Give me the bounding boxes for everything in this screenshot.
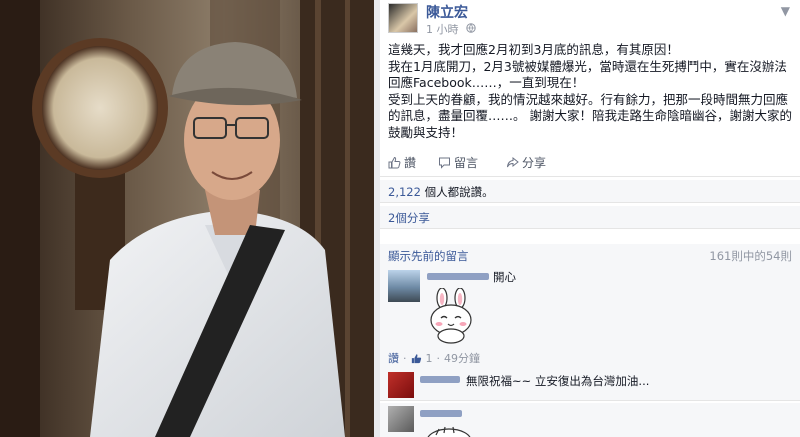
share-icon: [507, 156, 519, 168]
post-paragraph: 我在1月底開刀，2月3號被媒體爆光，當時還在生死搏鬥中，實在沒辦法回應Faceb…: [388, 58, 787, 91]
commenter-avatar[interactable]: [388, 270, 420, 302]
post-paragraph: 這幾天，我才回應2月初到3月底的訊息，有其原因！: [388, 42, 679, 57]
author-avatar[interactable]: [388, 3, 418, 33]
man-with-hat-photo: [0, 0, 374, 437]
comment-button[interactable]: 留言: [438, 154, 478, 171]
comment-like-count[interactable]: 1: [426, 352, 433, 365]
commenter-avatar[interactable]: [388, 406, 414, 432]
facebook-post-panel: 陳立宏 1 小時 ▼ 這幾天，我才回應2月初到3月底的訊息，有其原因！ 我在1月…: [380, 0, 800, 437]
commenter-name[interactable]: [420, 373, 460, 388]
comment-time[interactable]: 49分鐘: [444, 350, 480, 366]
post-options-chevron-icon[interactable]: ▼: [781, 4, 790, 18]
thumbs-up-icon: [411, 353, 421, 363]
sticker-icon: [424, 425, 474, 437]
post-photo[interactable]: [0, 0, 374, 437]
shares-summary[interactable]: 2個分享: [380, 206, 800, 229]
commenter-name[interactable]: [427, 270, 489, 285]
comments-counter: 161則中的54則: [709, 249, 792, 263]
post-body: 這幾天，我才回應2月初到3月底的訊息，有其原因！ 我在1月底開刀，2月3號被媒體…: [388, 42, 793, 141]
show-previous-comments-link[interactable]: 顯示先前的留言: [388, 248, 469, 264]
likes-suffix: 個人都說讚。: [424, 185, 494, 199]
comment-label: 留言: [454, 156, 479, 170]
commenter-name[interactable]: [420, 407, 462, 422]
post-time[interactable]: 1 小時: [426, 23, 459, 36]
post-meta: 1 小時: [426, 21, 480, 37]
comment-item: 無限祝福~~ 立安復出為台灣加油...: [380, 370, 800, 401]
share-button[interactable]: 分享: [506, 154, 546, 171]
likes-summary[interactable]: 2,122 個人都說讚。: [380, 180, 800, 203]
rabbit-sticker-icon: [424, 287, 482, 348]
comment-item: [380, 403, 800, 437]
commenter-avatar[interactable]: [388, 372, 414, 398]
share-label: 分享: [522, 156, 547, 170]
shares-count[interactable]: 2個分享: [388, 210, 430, 226]
comment-like-link[interactable]: 讚: [388, 350, 399, 366]
globe-icon: [466, 23, 476, 36]
thumbs-up-icon: [388, 156, 401, 169]
post-header: 陳立宏 1 小時 ▼: [380, 0, 800, 40]
comments-header: 顯示先前的留言 161則中的54則: [380, 244, 800, 267]
comment-icon: [439, 157, 450, 169]
comment-item: 開心 讚 · 1 · 49分鐘: [380, 266, 800, 371]
post-paragraph: 受到上天的眷顧，我的情況越來越好。行有餘力，把那一段時間無力回應的訊息，盡量回覆…: [388, 91, 792, 140]
likes-count[interactable]: 2,122: [388, 185, 421, 199]
like-button[interactable]: 讚: [388, 154, 416, 171]
comment-text: 無限祝福~~ 立安復出為台灣加油...: [466, 374, 650, 388]
comment-text: 開心: [493, 270, 516, 284]
post-action-bar: 讚 留言 分享: [380, 150, 800, 177]
author-name[interactable]: 陳立宏: [426, 2, 468, 22]
like-label: 讚: [404, 156, 417, 170]
comment-actions: 讚 · 1 · 49分鐘: [388, 350, 480, 366]
